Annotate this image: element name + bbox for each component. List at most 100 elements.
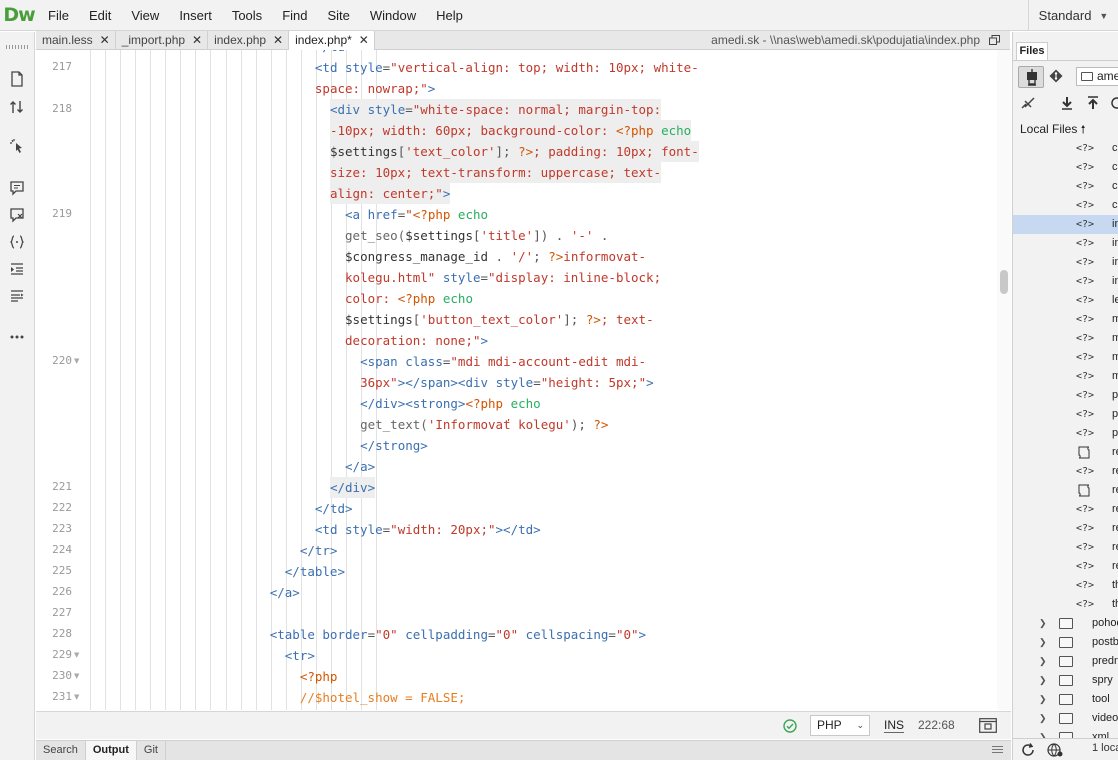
code-line[interactable]: decoration: none;">	[345, 330, 488, 351]
tab-1[interactable]: _import.php ✕	[116, 31, 209, 49]
menu-tools[interactable]: Tools	[222, 0, 272, 31]
disconnect-icon[interactable]	[1020, 96, 1036, 110]
code-line[interactable]: <td style="width: 20px;"></td>	[315, 519, 541, 540]
menu-file[interactable]: File	[38, 0, 79, 31]
menu-edit[interactable]: Edit	[79, 0, 121, 31]
code-line[interactable]: </a>	[345, 456, 375, 477]
tab-2[interactable]: index.php ✕	[208, 31, 290, 49]
file-row[interactable]: <?> re	[1013, 538, 1118, 557]
code-line[interactable]: <span class="mdi mdi-account-edit mdi-	[360, 351, 646, 372]
code-line[interactable]: </strong>	[360, 435, 428, 456]
get-files-icon[interactable]	[1059, 96, 1075, 110]
close-icon[interactable]: ✕	[100, 31, 110, 49]
file-row[interactable]: <?> le	[1013, 291, 1118, 310]
globe-icon[interactable]	[1047, 743, 1063, 757]
language-select[interactable]: PHP ⌄	[810, 715, 870, 736]
file-row[interactable]: re	[1013, 481, 1118, 500]
folder-row[interactable]: ❯ predn	[1013, 652, 1118, 671]
vertical-scrollbar[interactable]	[997, 50, 1011, 710]
bottom-tab-output[interactable]: Output	[85, 741, 137, 760]
git-icon[interactable]	[1049, 69, 1063, 83]
folder-row[interactable]: ❯ postb	[1013, 633, 1118, 652]
fold-arrow-icon[interactable]: ▼	[74, 357, 79, 365]
file-row[interactable]: <?> th	[1013, 595, 1118, 614]
toolbar-grip-icon[interactable]	[6, 45, 28, 49]
files-tab[interactable]: Files	[1016, 42, 1048, 60]
file-row[interactable]: <?> re	[1013, 519, 1118, 538]
code-line[interactable]: align: center;">	[329, 183, 451, 204]
menu-site[interactable]: Site	[317, 0, 359, 31]
code-line[interactable]: <div style="white-space: normal; margin-…	[329, 99, 662, 120]
chevron-right-icon[interactable]: ❯	[1039, 614, 1047, 633]
fold-arrow-icon[interactable]: ▼	[74, 672, 79, 680]
code-line[interactable]: </table>	[285, 561, 345, 582]
code-line[interactable]: color: <?php echo	[345, 288, 473, 309]
folder-row[interactable]: ❯ video	[1013, 709, 1118, 728]
file-row[interactable]: <?> re	[1013, 557, 1118, 576]
menu-window[interactable]: Window	[360, 0, 426, 31]
bottom-tab-git[interactable]: Git	[137, 741, 166, 760]
file-row[interactable]: <?> in	[1013, 272, 1118, 291]
code-line[interactable]: //$hotel_show = FALSE;	[300, 687, 466, 708]
preview-window-icon[interactable]	[979, 718, 997, 733]
folder-row[interactable]: ❯ spry	[1013, 671, 1118, 690]
code-line[interactable]: get_text('Informovať kolegu'); ?>	[360, 414, 608, 435]
chevron-right-icon[interactable]: ❯	[1039, 671, 1047, 690]
refresh-icon[interactable]	[1109, 96, 1118, 110]
file-row[interactable]: <?> pr	[1013, 405, 1118, 424]
check-circle-icon[interactable]	[783, 719, 797, 733]
menu-help[interactable]: Help	[426, 0, 473, 31]
code-view[interactable]: </td><td style="vertical-align: top; wid…	[88, 50, 997, 710]
close-icon[interactable]: ✕	[192, 31, 202, 49]
bottom-tab-search[interactable]: Search	[36, 741, 86, 760]
file-management-button[interactable]	[4, 96, 30, 118]
comment-button[interactable]	[4, 177, 30, 199]
close-icon[interactable]: ✕	[273, 31, 283, 49]
format-source-button[interactable]	[4, 285, 30, 307]
close-icon[interactable]: ✕	[359, 31, 369, 49]
code-line[interactable]: </div><strong><?php echo	[360, 393, 541, 414]
code-line[interactable]: </tr>	[300, 540, 338, 561]
file-row[interactable]: <?> co	[1013, 177, 1118, 196]
chevron-right-icon[interactable]: ❯	[1039, 633, 1047, 652]
file-row[interactable]: <?> in	[1013, 215, 1118, 234]
refresh-icon[interactable]	[1021, 743, 1035, 757]
remove-comment-button[interactable]	[4, 204, 30, 226]
chevron-right-icon[interactable]: ❯	[1039, 652, 1047, 671]
file-row[interactable]: <?> th	[1013, 576, 1118, 595]
code-line[interactable]: $settings['text_color']; ?>; padding: 10…	[329, 141, 699, 162]
code-line[interactable]: <table border="0" cellpadding="0" cellsp…	[270, 624, 646, 645]
connect-button[interactable]	[1018, 66, 1044, 88]
code-line[interactable]: </td>	[315, 50, 353, 57]
menu-view[interactable]: View	[121, 0, 169, 31]
indent-button[interactable]	[4, 258, 30, 280]
file-row[interactable]: <?> pr	[1013, 424, 1118, 443]
code-line[interactable]: <a href="<?php echo	[345, 204, 488, 225]
put-files-icon[interactable]	[1085, 96, 1101, 110]
folder-row[interactable]: ❯ pohod	[1013, 614, 1118, 633]
scrollbar-thumb[interactable]	[1000, 270, 1008, 294]
panel-menu-icon[interactable]	[992, 746, 1003, 754]
code-line[interactable]: </a>	[270, 582, 300, 603]
code-line[interactable]: <tr>	[285, 645, 315, 666]
wrap-tag-button[interactable]	[4, 231, 30, 253]
file-row[interactable]: <?> m	[1013, 348, 1118, 367]
file-row[interactable]: <?> re	[1013, 462, 1118, 481]
code-line[interactable]: -10px; width: 60px; background-color: <?…	[329, 120, 692, 141]
site-select[interactable]: amedi.sk	[1076, 67, 1118, 86]
code-line[interactable]: kolegu.html" style="display: inline-bloc…	[345, 267, 661, 288]
file-row[interactable]: <?> m	[1013, 329, 1118, 348]
code-line[interactable]: $congress_manage_id . '/'; ?>informovat-	[345, 246, 646, 267]
inspect-button[interactable]	[4, 135, 30, 157]
file-row[interactable]: <?> co	[1013, 196, 1118, 215]
tab-3[interactable]: index.php* ✕	[289, 31, 375, 50]
folder-row[interactable]: ❯ tool	[1013, 690, 1118, 709]
workspace-switcher[interactable]: Standard ▼	[1028, 0, 1118, 31]
more-tools-button[interactable]	[4, 326, 30, 348]
chevron-right-icon[interactable]: ❯	[1039, 709, 1047, 728]
restore-window-icon[interactable]	[989, 35, 1000, 45]
file-row[interactable]: <?> co	[1013, 139, 1118, 158]
local-files-header[interactable]: Local Files 🠕	[1020, 121, 1085, 140]
code-line[interactable]: </div>	[329, 477, 376, 498]
code-line[interactable]: space: nowrap;">	[315, 78, 435, 99]
